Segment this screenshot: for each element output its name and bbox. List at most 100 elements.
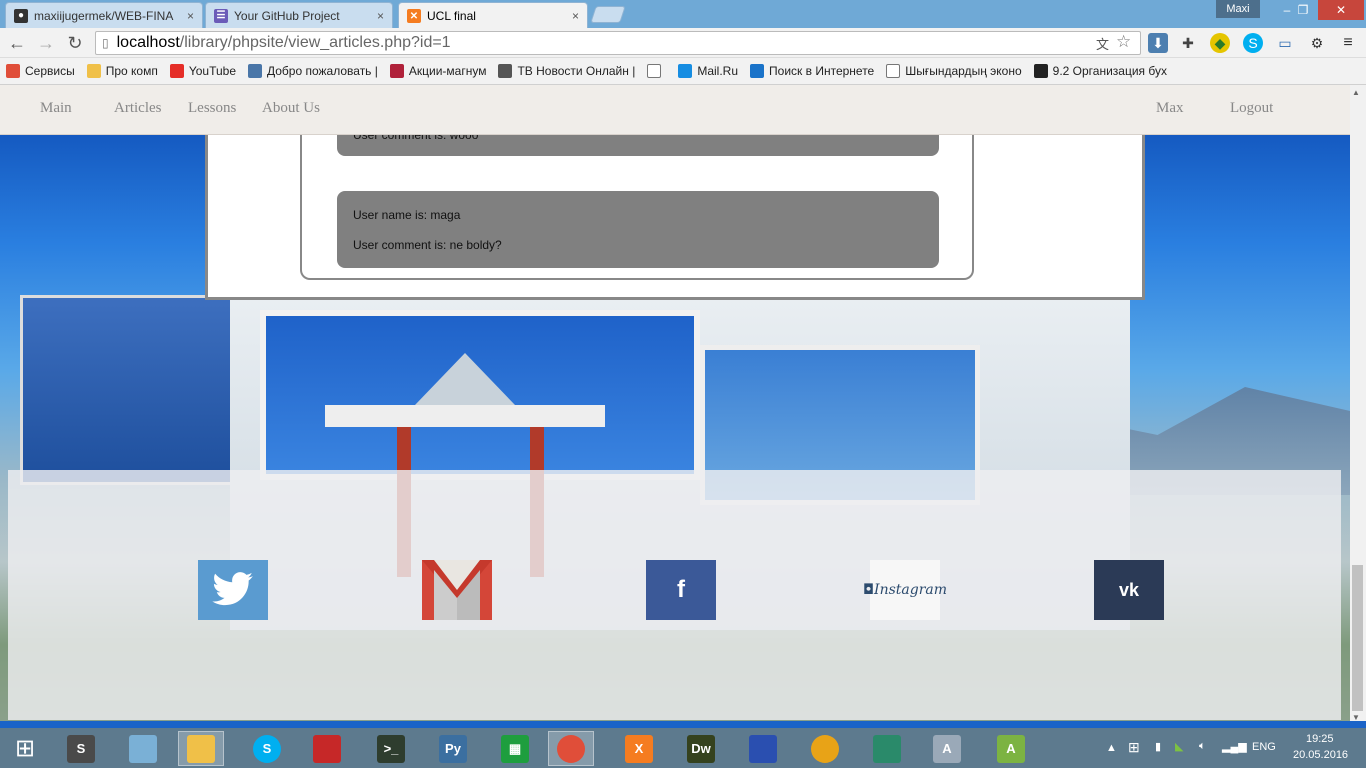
address-bar[interactable]: ▯ localhost/library/phpsite/view_article…	[95, 31, 1141, 55]
comment-text: User comment is: ne boldy?	[353, 238, 502, 252]
close-tab-icon[interactable]: ×	[187, 9, 194, 23]
taskbar-app-explorer[interactable]	[178, 731, 224, 766]
taskbar-app-terminal[interactable]: >_	[368, 731, 414, 766]
taskbar-app-sublime[interactable]: S	[58, 731, 104, 766]
taskbar-app-chrome[interactable]	[548, 731, 594, 766]
taskbar-app-save[interactable]	[740, 731, 786, 766]
taskbar-app-notepad[interactable]	[120, 731, 166, 766]
clock-time[interactable]: 19:25	[1306, 733, 1334, 745]
scroll-up-arrow-icon[interactable]: ▲	[1352, 88, 1360, 97]
gmail-link[interactable]	[422, 560, 492, 620]
vpn-icon[interactable]: ◆	[1210, 33, 1230, 53]
taskbar-app-python[interactable]: Py	[430, 731, 476, 766]
back-button[interactable]: ←	[5, 31, 29, 55]
bookmark-label: 9.2 Организация бух	[1052, 64, 1167, 78]
comment-card: User name is: maga User comment is: ne b…	[337, 191, 939, 268]
twitter-link[interactable]	[198, 560, 268, 620]
bookmark-item[interactable]: ТВ Новости Онлайн |	[498, 64, 635, 78]
url-host: localhost	[116, 34, 180, 51]
browser-toolbar: ← → ↻ ▯ localhost/library/phpsite/view_a…	[0, 28, 1366, 58]
bookmark-label: Сервисы	[25, 64, 75, 78]
windows-start-button[interactable]: ⊞	[10, 733, 40, 763]
bookmark-item[interactable]: Сервисы	[6, 64, 75, 78]
browser-tab-project[interactable]: ☰ Your GitHub Project ×	[205, 2, 393, 28]
bookmark-label: Акции-магнум	[408, 64, 487, 78]
translate-icon[interactable]: 文	[1096, 34, 1109, 53]
nav-link-lessons[interactable]: Lessons	[188, 100, 236, 117]
nvidia-icon[interactable]: ◣	[1175, 740, 1183, 753]
taskbar-app-tool[interactable]	[864, 731, 910, 766]
bookmark-item[interactable]: 9.2 Организация бух	[1033, 64, 1167, 78]
close-tab-icon[interactable]: ×	[377, 9, 384, 23]
extension-icon[interactable]: ✚	[1178, 33, 1198, 53]
scroll-down-arrow-icon[interactable]: ▼	[1352, 713, 1360, 722]
bookmark-label: YouTube	[188, 64, 236, 78]
taskbar-app-book[interactable]	[304, 731, 350, 766]
android-studio-icon: A	[997, 734, 1025, 763]
taskbar-app-rainbow[interactable]	[802, 731, 848, 766]
bookmark-star-icon[interactable]: ☆	[1116, 32, 1131, 52]
bookmark-item[interactable]: Mail.Ru	[678, 64, 738, 78]
taskbar-app-calculator[interactable]: ▦	[492, 731, 538, 766]
chrome-icon	[557, 734, 585, 763]
search-icon	[750, 64, 765, 78]
nav-user-name[interactable]: Max	[1156, 100, 1184, 117]
taskbar-app-xampp[interactable]: X	[616, 731, 662, 766]
back-arrow-icon: ←	[8, 32, 26, 53]
clock-date[interactable]: 20.05.2016	[1293, 749, 1348, 761]
nav-link-main[interactable]: Main	[40, 100, 72, 117]
facebook-link[interactable]: f	[646, 560, 716, 620]
vk-icon	[248, 64, 262, 78]
bookmark-item[interactable]: Акции-магнум	[389, 64, 487, 78]
forward-button[interactable]: →	[34, 31, 58, 55]
network-signal-icon[interactable]: ▂▄▆	[1222, 740, 1247, 753]
reload-icon: ↻	[67, 32, 83, 53]
instagram-link[interactable]: ◘Instagram	[863, 560, 947, 620]
download-icon[interactable]: ⬇	[1148, 33, 1168, 53]
gear-icon[interactable]: ⚙	[1307, 33, 1327, 53]
bookmark-item[interactable]: Шығындардың эконо	[886, 64, 1022, 78]
page-icon	[886, 64, 901, 78]
close-window-button[interactable]: ✕	[1318, 0, 1364, 20]
reload-button[interactable]: ↻	[63, 31, 87, 55]
bookmark-label: Mail.Ru	[697, 64, 739, 78]
volume-icon[interactable]: 🔈︎	[1199, 740, 1206, 753]
abbyy-icon: A	[933, 734, 961, 763]
nav-logout-link[interactable]: Logout	[1230, 100, 1273, 117]
github-icon: ●	[14, 8, 28, 23]
nav-link-articles[interactable]: Articles	[114, 100, 161, 117]
new-tab-button[interactable]	[590, 6, 626, 23]
action-center-icon[interactable]: ⊞	[1128, 739, 1140, 756]
language-indicator[interactable]: ENG	[1252, 741, 1276, 753]
xampp-icon: X	[625, 734, 653, 763]
taskbar-app-skype[interactable]: S	[244, 731, 290, 766]
battery-icon[interactable]: ▮	[1155, 740, 1161, 753]
bookmark-item[interactable]: Про комп	[86, 64, 158, 78]
close-tab-icon[interactable]: ×	[572, 9, 579, 23]
entrance-canopy	[325, 405, 605, 427]
bookmark-item[interactable]: Добро пожаловать |	[248, 64, 378, 78]
magnum-icon	[389, 64, 404, 78]
vk-link[interactable]: vk	[1094, 560, 1164, 620]
dreamweaver-icon: Dw	[687, 734, 715, 763]
ball-icon	[811, 734, 839, 763]
restore-button[interactable]: ❐	[1290, 0, 1316, 20]
page-icon	[647, 64, 662, 78]
taskbar-app-abbyy[interactable]: A	[924, 731, 970, 766]
instagram-icon: ◘Instagram	[862, 582, 948, 598]
bookmark-item[interactable]	[647, 64, 666, 78]
taskbar-app-android[interactable]: A	[988, 731, 1034, 766]
cast-icon[interactable]: ▭	[1275, 33, 1295, 53]
browser-tab-github[interactable]: ● maxiijugermek/WEB-FINA ×	[5, 2, 203, 28]
show-hidden-icons[interactable]: ▲	[1106, 742, 1117, 754]
scrollbar-thumb[interactable]	[1352, 565, 1363, 711]
notepad-icon	[129, 734, 157, 763]
taskbar-app-dreamweaver[interactable]: Dw	[678, 731, 724, 766]
profile-badge[interactable]: Maxi	[1216, 0, 1260, 18]
skype-icon[interactable]: S	[1243, 33, 1263, 53]
bookmark-item[interactable]: YouTube	[169, 64, 236, 78]
browser-tab-ucl-final[interactable]: ✕ UCL final ×	[398, 2, 588, 29]
nav-link-about-us[interactable]: About Us	[262, 100, 320, 117]
bookmark-item[interactable]: Поиск в Интернете	[750, 64, 874, 78]
menu-icon[interactable]: ≡	[1338, 33, 1358, 53]
